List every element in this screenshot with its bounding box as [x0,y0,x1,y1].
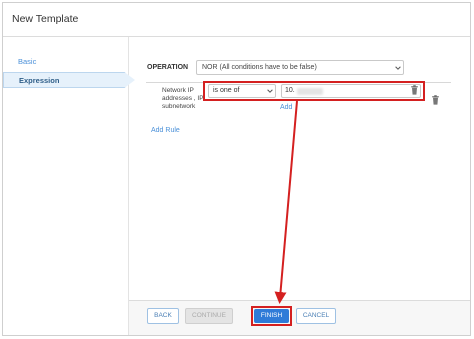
sidebar-item-label: Expression [19,76,60,85]
finish-button[interactable]: FINISH [254,309,289,323]
continue-button[interactable]: CONTINUE [185,308,233,324]
add-rule-link[interactable]: Add Rule [151,127,180,134]
operation-label: OPERATION [147,64,189,71]
chevron-down-icon [395,66,401,70]
rule-field-label: Network IP addresses , IP subnetwork [162,87,204,110]
sidebar: Basic Expression [3,37,135,335]
operation-select-value: NOR (All conditions have to be false) [202,64,317,71]
dialog-title: New Template [12,13,79,25]
rule-highlight-box [203,81,425,101]
cancel-button[interactable]: CANCEL [296,308,336,324]
back-button[interactable]: BACK [147,308,179,324]
sidebar-item-basic[interactable]: Basic [18,57,36,66]
add-value-link[interactable]: Add [280,104,292,111]
title-bar: New Template [3,3,470,37]
trash-icon[interactable] [431,95,440,105]
dialog-window: New Template Basic Expression [2,2,471,336]
sidebar-item-expression[interactable]: Expression [3,72,135,88]
operation-select[interactable]: NOR (All conditions have to be false) [196,60,404,75]
